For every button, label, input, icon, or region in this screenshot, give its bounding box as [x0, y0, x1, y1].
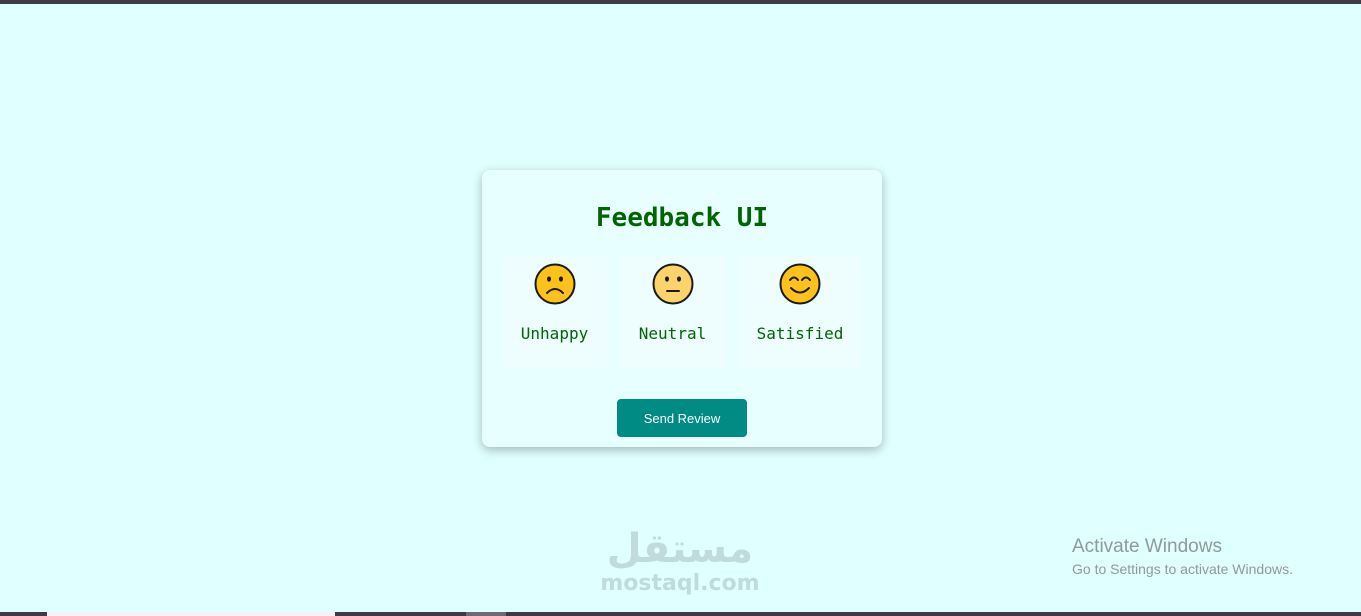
- rating-option-unhappy[interactable]: Unhappy: [502, 256, 607, 368]
- rating-option-satisfied[interactable]: Satisfied: [738, 256, 862, 368]
- rating-label-satisfied: Satisfied: [756, 324, 844, 343]
- taskbar-item: [47, 612, 335, 616]
- feedback-panel: Feedback UI Unhappy Neutral Satisfied Se…: [482, 170, 882, 447]
- activate-windows-notice: Activate Windows Go to Settings to activ…: [1072, 535, 1293, 579]
- rating-option-neutral[interactable]: Neutral: [619, 256, 726, 368]
- activate-windows-title: Activate Windows: [1072, 536, 1222, 557]
- rating-label-unhappy: Unhappy: [520, 324, 589, 343]
- activate-windows-subtitle: Go to Settings to activate Windows.: [1072, 561, 1293, 577]
- send-review-button[interactable]: Send Review: [617, 399, 747, 437]
- page-title: Feedback UI: [595, 203, 769, 233]
- neutral-face-icon: [652, 263, 693, 305]
- rating-label-neutral: Neutral: [638, 324, 707, 343]
- taskbar-edge: [0, 612, 1361, 616]
- watermark-arabic-text: مستقل: [606, 526, 754, 572]
- taskbar-item: [466, 612, 506, 616]
- smiling-face-icon: [779, 263, 821, 305]
- watermark-latin-text: mostaql.com: [600, 571, 760, 596]
- top-window-edge: [0, 0, 1361, 4]
- mostaql-watermark: مستقل mostaql.com: [580, 526, 780, 596]
- sad-face-icon: [534, 263, 575, 305]
